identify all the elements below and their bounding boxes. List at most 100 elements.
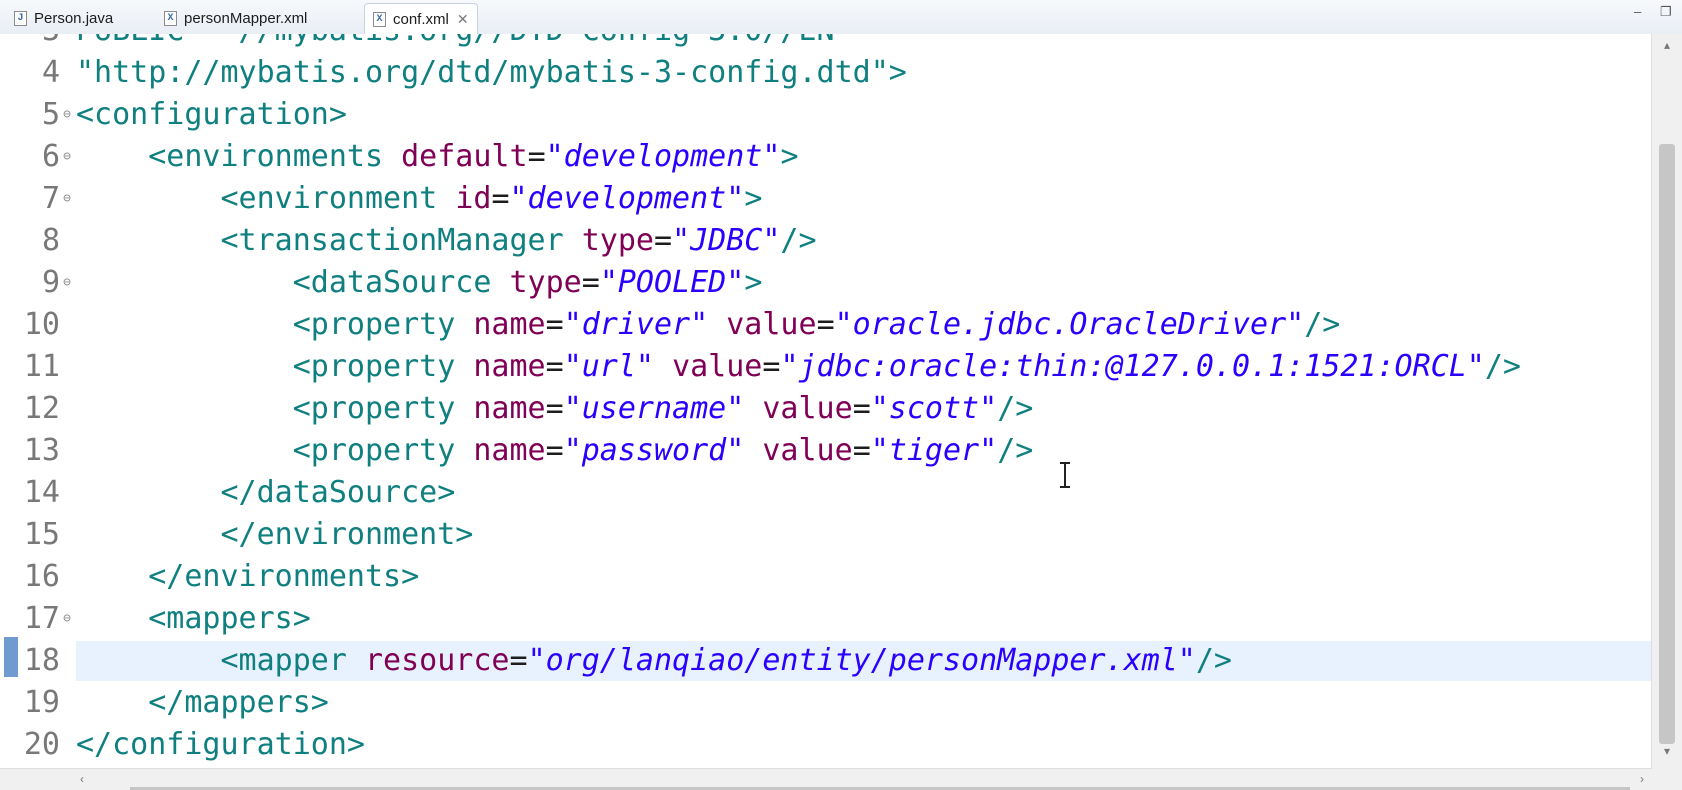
scroll-left-icon[interactable]: ‹: [80, 772, 84, 786]
code-text[interactable]: PUBLIC "-//mybatis.org//DTD Config 3.0//…: [76, 34, 853, 52]
line-number: 8: [41, 223, 60, 258]
vertical-scrollbar[interactable]: ▴ ▾: [1651, 34, 1682, 768]
code-line[interactable]: 9 ⊖ <dataSource type="POOLED">: [0, 262, 1652, 304]
code-line[interactable]: 12 <property name="username" value="scot…: [0, 388, 1652, 430]
code-line[interactable]: 5 ⊖ <configuration>: [0, 94, 1652, 136]
xml-file-icon: X: [373, 12, 386, 27]
fold-toggle-icon[interactable]: ⊖: [60, 136, 74, 178]
fold-toggle-icon[interactable]: ⊖: [60, 598, 74, 640]
code-token: =: [509, 643, 528, 678]
code-token: />: [780, 223, 817, 258]
close-tab-icon[interactable]: ✕: [457, 11, 469, 28]
code-line[interactable]: 15 </environment>: [0, 514, 1652, 556]
code-text[interactable]: <mapper resource="org/lanqiao/entity/per…: [76, 640, 1232, 682]
code-line[interactable]: 14 </dataSource>: [0, 472, 1652, 514]
fold-toggle-icon[interactable]: ⊖: [60, 178, 74, 220]
code-text[interactable]: </configuration>: [76, 724, 365, 766]
code-token: >: [780, 139, 799, 174]
code-token: "POOLED": [599, 265, 745, 300]
tab-conf-xml[interactable]: X conf.xml ✕: [364, 3, 478, 35]
fold-toggle-icon[interactable]: ⊖: [60, 94, 74, 136]
code-text[interactable]: <mappers>: [76, 598, 311, 640]
code-token: />: [997, 391, 1034, 426]
code-text[interactable]: <environment id="development">: [76, 178, 763, 220]
line-number: 19: [23, 685, 60, 720]
code-text[interactable]: <property name="password" value="tiger"/…: [76, 430, 1034, 472]
code-text[interactable]: </environment>: [76, 514, 474, 556]
line-number: 15: [23, 517, 60, 552]
xml-file-icon: X: [164, 10, 177, 26]
code-token: value: [672, 349, 763, 384]
code-token: =: [816, 307, 835, 342]
code-text[interactable]: <configuration>: [76, 94, 347, 136]
code-token: "org/lanqiao/entity/personMapper.xml": [527, 643, 1196, 678]
code-token: <mapper: [220, 643, 365, 678]
code-token: />: [1484, 349, 1521, 384]
code-token: =: [581, 265, 600, 300]
line-number: 20: [23, 727, 60, 762]
code-text[interactable]: <dataSource type="POOLED">: [76, 262, 763, 304]
code-line[interactable]: 19 </mappers>: [0, 682, 1652, 724]
code-text[interactable]: <environments default="development">: [76, 136, 799, 178]
java-file-icon: J: [14, 10, 27, 26]
code-line[interactable]: 20 </configuration>: [0, 724, 1652, 766]
tab-person-java[interactable]: J Person.java: [6, 3, 121, 33]
code-token: "http://mybatis.org/dtd/mybatis-3-config…: [76, 55, 907, 90]
fold-toggle-icon[interactable]: ⊖: [60, 262, 74, 304]
eclipse-editor-window: J Person.java X personMapper.xml X conf.…: [0, 0, 1682, 790]
code-line[interactable]: 7 ⊖ <environment id="development">: [0, 178, 1652, 220]
minimize-icon[interactable]: –: [1634, 4, 1641, 19]
code-token: name: [473, 433, 546, 468]
line-number: 6: [41, 139, 60, 174]
code-token: "jdbc:oracle:thin:@127.0.0.1:1521:ORCL": [780, 349, 1485, 384]
code-token: name: [473, 307, 546, 342]
code-token: value: [762, 391, 853, 426]
code-line[interactable]: 10 <property name="driver" value="oracle…: [0, 304, 1652, 346]
code-token: "development": [509, 181, 745, 216]
code-text[interactable]: <property name="driver" value="oracle.jd…: [76, 304, 1341, 346]
scroll-down-icon[interactable]: ▾: [1652, 744, 1682, 758]
tab-label: Person.java: [34, 9, 114, 27]
code-line[interactable]: 11 <property name="url" value="jdbc:orac…: [0, 346, 1652, 388]
code-line[interactable]: 4 "http://mybatis.org/dtd/mybatis-3-confi…: [0, 52, 1652, 94]
code-line[interactable]: 3 PUBLIC "-//mybatis.org//DTD Config 3.0/…: [0, 34, 1652, 52]
code-token: name: [473, 349, 546, 384]
scroll-up-icon[interactable]: ▴: [1652, 38, 1682, 52]
code-token: =: [545, 391, 564, 426]
code-token: =: [545, 433, 564, 468]
code-token: </environments>: [148, 559, 420, 594]
scroll-right-icon[interactable]: ›: [1640, 772, 1644, 786]
code-text[interactable]: </mappers>: [76, 682, 329, 724]
line-number: 10: [23, 307, 60, 342]
code-lines[interactable]: 3 PUBLIC "-//mybatis.org//DTD Config 3.0/…: [0, 34, 1652, 766]
code-text[interactable]: <property name="url" value="jdbc:oracle:…: [76, 346, 1521, 388]
line-number: 7: [41, 181, 60, 216]
line-number: 12: [23, 391, 60, 426]
code-line[interactable]: 6 ⊖ <environments default="development">: [0, 136, 1652, 178]
code-token: />: [1195, 643, 1232, 678]
code-text[interactable]: </dataSource>: [76, 472, 456, 514]
tab-person-mapper-xml[interactable]: X personMapper.xml: [156, 3, 315, 33]
code-line[interactable]: 13 <property name="password" value="tige…: [0, 430, 1652, 472]
code-editor[interactable]: 3 PUBLIC "-//mybatis.org//DTD Config 3.0/…: [0, 34, 1652, 768]
code-token: value: [762, 433, 853, 468]
code-text[interactable]: <transactionManager type="JDBC"/>: [76, 220, 817, 262]
code-line[interactable]: 17 ⊖ <mappers>: [0, 598, 1652, 640]
restore-icon[interactable]: ❐: [1660, 4, 1672, 20]
code-text[interactable]: </environments>: [76, 556, 419, 598]
code-line[interactable]: 16 </environments>: [0, 556, 1652, 598]
code-text[interactable]: "http://mybatis.org/dtd/mybatis-3-config…: [76, 52, 907, 94]
code-token: "url": [563, 349, 654, 384]
code-line[interactable]: 8 <transactionManager type="JDBC"/>: [0, 220, 1652, 262]
code-token: <environments: [148, 139, 402, 174]
vertical-scroll-thumb[interactable]: [1659, 144, 1675, 744]
horizontal-scrollbar[interactable]: ‹ ›: [0, 768, 1652, 790]
code-line[interactable]: 18 <mapper resource="org/lanqiao/entity/…: [0, 640, 1652, 682]
code-text[interactable]: <property name="username" value="scott"/…: [76, 388, 1034, 430]
